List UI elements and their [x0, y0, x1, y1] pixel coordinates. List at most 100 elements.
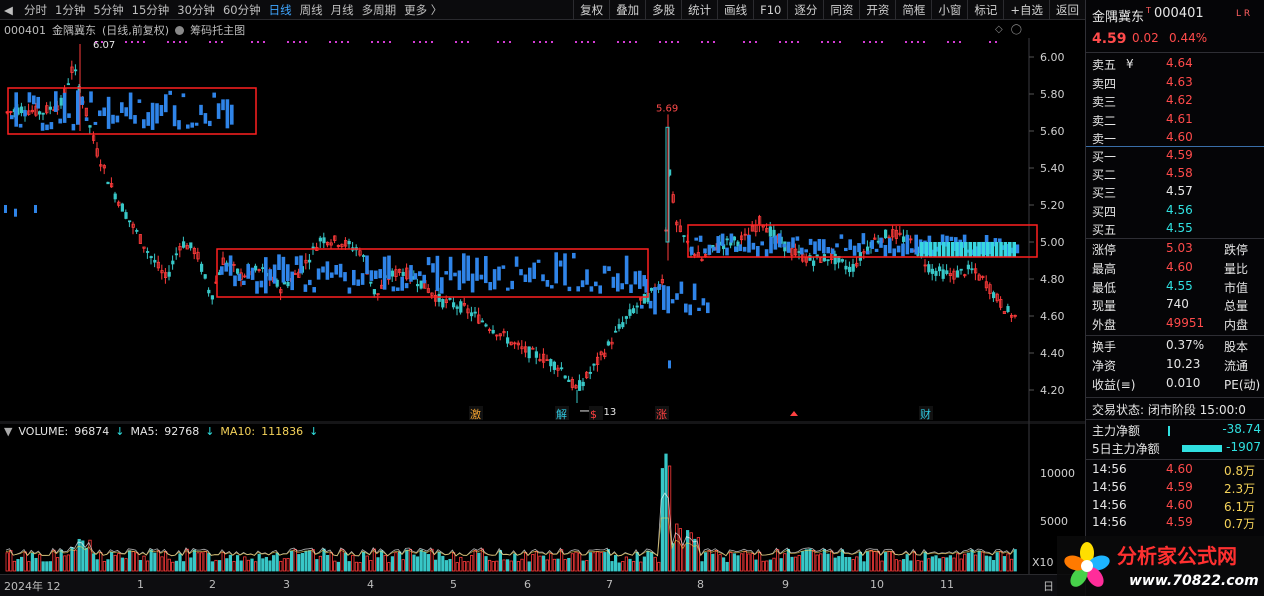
- toolbar-button[interactable]: 简框: [895, 0, 931, 20]
- panel-row: 卖三 4.62: [1086, 93, 1264, 111]
- signal-dot: [539, 41, 541, 43]
- stat2-value: 10.23: [1166, 357, 1201, 371]
- candle-body: [171, 260, 175, 265]
- stat-label: 涨停: [1092, 243, 1117, 257]
- candle-body: [145, 251, 150, 253]
- toolbar-button[interactable]: F10: [753, 0, 787, 20]
- volume-bar: [315, 559, 319, 572]
- toolbar-button[interactable]: 叠加: [609, 0, 645, 20]
- volume-bar: [822, 549, 827, 572]
- period-tab[interactable]: 60分钟: [219, 0, 265, 20]
- period-tab[interactable]: 更多 〉: [400, 0, 446, 20]
- toolbar-button[interactable]: 同资: [823, 0, 859, 20]
- toolbar-button[interactable]: +自选: [1003, 0, 1049, 20]
- period-tab[interactable]: 5分钟: [89, 0, 127, 20]
- toolbar-button[interactable]: 复权: [573, 0, 609, 20]
- period-tab[interactable]: 15分钟: [128, 0, 174, 20]
- candle-body: [768, 226, 773, 237]
- candle-body: [815, 254, 819, 257]
- signal-dot: [839, 41, 841, 43]
- period-tab[interactable]: 周线: [296, 0, 327, 20]
- nav-back-icon[interactable]: ◀: [0, 0, 20, 20]
- signal-dot: [827, 41, 829, 43]
- chip-bar-cyan: [946, 242, 950, 257]
- chip-bar: [822, 239, 826, 254]
- candle-body: [41, 112, 45, 115]
- volume-bar: [142, 555, 146, 572]
- tick-price: 4.59: [1166, 479, 1193, 494]
- toolbar-button[interactable]: 返回: [1049, 0, 1085, 20]
- diamond-icon[interactable]: ◇: [995, 24, 1003, 35]
- toolbar-button[interactable]: 统计: [681, 0, 717, 20]
- toolbar-button[interactable]: 小窗: [931, 0, 967, 20]
- kline-chart[interactable]: 6.00 5.80 5.60 5.40 5.20 5.00 4.80 4.60 4.40 4.20…: [0, 38, 1085, 423]
- signal-dot: [743, 41, 745, 43]
- volume-bar: [527, 561, 531, 572]
- toolbar-button[interactable]: 逐分: [787, 0, 823, 20]
- volume-bar: [106, 559, 110, 572]
- chip-bar-cyan: [933, 242, 937, 257]
- time-axis-label: 11: [940, 578, 954, 591]
- period-tabs: ◀ 分时 1分钟 5分钟 15分钟 30分钟 60分钟 日线 周线 月线 多周期 更多 〉: [0, 0, 446, 20]
- toolbar-button[interactable]: 标记: [967, 0, 1003, 20]
- chip-bar: [813, 241, 817, 255]
- chip-bar: [422, 274, 426, 284]
- chip-bar: [879, 237, 883, 248]
- chip-bar-cyan: [920, 242, 924, 257]
- period-tab[interactable]: 30分钟: [173, 0, 219, 20]
- price-axis-label: 4.20: [1040, 384, 1065, 397]
- signal-dot: [131, 41, 133, 43]
- volume-bar: [52, 549, 56, 572]
- chip-bar: [830, 248, 835, 255]
- event-marker[interactable]: 涨: [656, 408, 667, 421]
- period-tab[interactable]: 月线: [327, 0, 358, 20]
- candle-body: [441, 298, 445, 308]
- chip-bar: [58, 118, 62, 124]
- candle-body: [106, 181, 110, 185]
- bid-price: 4.57: [1166, 184, 1193, 199]
- volume-bar: [196, 552, 200, 572]
- event-marker[interactable]: 解: [556, 407, 567, 421]
- volume-bar: [243, 556, 247, 572]
- volume-chart[interactable]: 10000 5000 X10: [0, 423, 1085, 574]
- signal-dot: [701, 41, 703, 43]
- chip-bar: [413, 273, 418, 280]
- candle-body: [135, 230, 139, 232]
- volume-bar: [16, 559, 20, 572]
- signal-dot: [593, 41, 595, 43]
- header-extra[interactable]: 筹码托主图: [190, 22, 245, 38]
- volume-bar: [610, 561, 614, 572]
- volume-bar: [873, 551, 877, 572]
- volume-bar: [772, 557, 776, 572]
- volume-bar: [419, 549, 423, 572]
- event-marker[interactable]: 激: [470, 407, 481, 421]
- signal-dot: [677, 41, 679, 43]
- event-marker[interactable]: $: [590, 408, 597, 421]
- volume-bar: [56, 557, 60, 572]
- period-tab[interactable]: 1分钟: [51, 0, 89, 20]
- period-tab[interactable]: 分时: [20, 0, 51, 20]
- chip-bar: [40, 122, 45, 131]
- volume-bar: [271, 555, 276, 572]
- volume-bar: [415, 556, 420, 572]
- signal-dot: [461, 41, 463, 43]
- event-marker[interactable]: 财: [920, 407, 931, 421]
- period-tab[interactable]: 多周期: [358, 0, 401, 20]
- volume-bar: [70, 547, 74, 572]
- chip-toggle-icon[interactable]: [175, 25, 185, 35]
- chip-bar: [404, 283, 409, 289]
- volume-bar: [192, 549, 196, 572]
- volume-bar: [307, 550, 312, 572]
- volume-bar: [455, 562, 459, 572]
- period-tab[interactable]: 日线: [265, 0, 296, 20]
- chip-bar: [804, 249, 808, 253]
- toolbar-button[interactable]: 开资: [859, 0, 895, 20]
- volume-bar: [63, 555, 67, 572]
- chip-bar: [684, 303, 688, 313]
- toolbar-button[interactable]: 多股: [645, 0, 681, 20]
- volume-bar: [343, 552, 348, 572]
- chip-bar: [106, 96, 111, 129]
- toolbar-button[interactable]: 画线: [717, 0, 753, 20]
- chip-bar: [84, 117, 89, 122]
- settings-circle-icon[interactable]: ◯: [1011, 24, 1022, 35]
